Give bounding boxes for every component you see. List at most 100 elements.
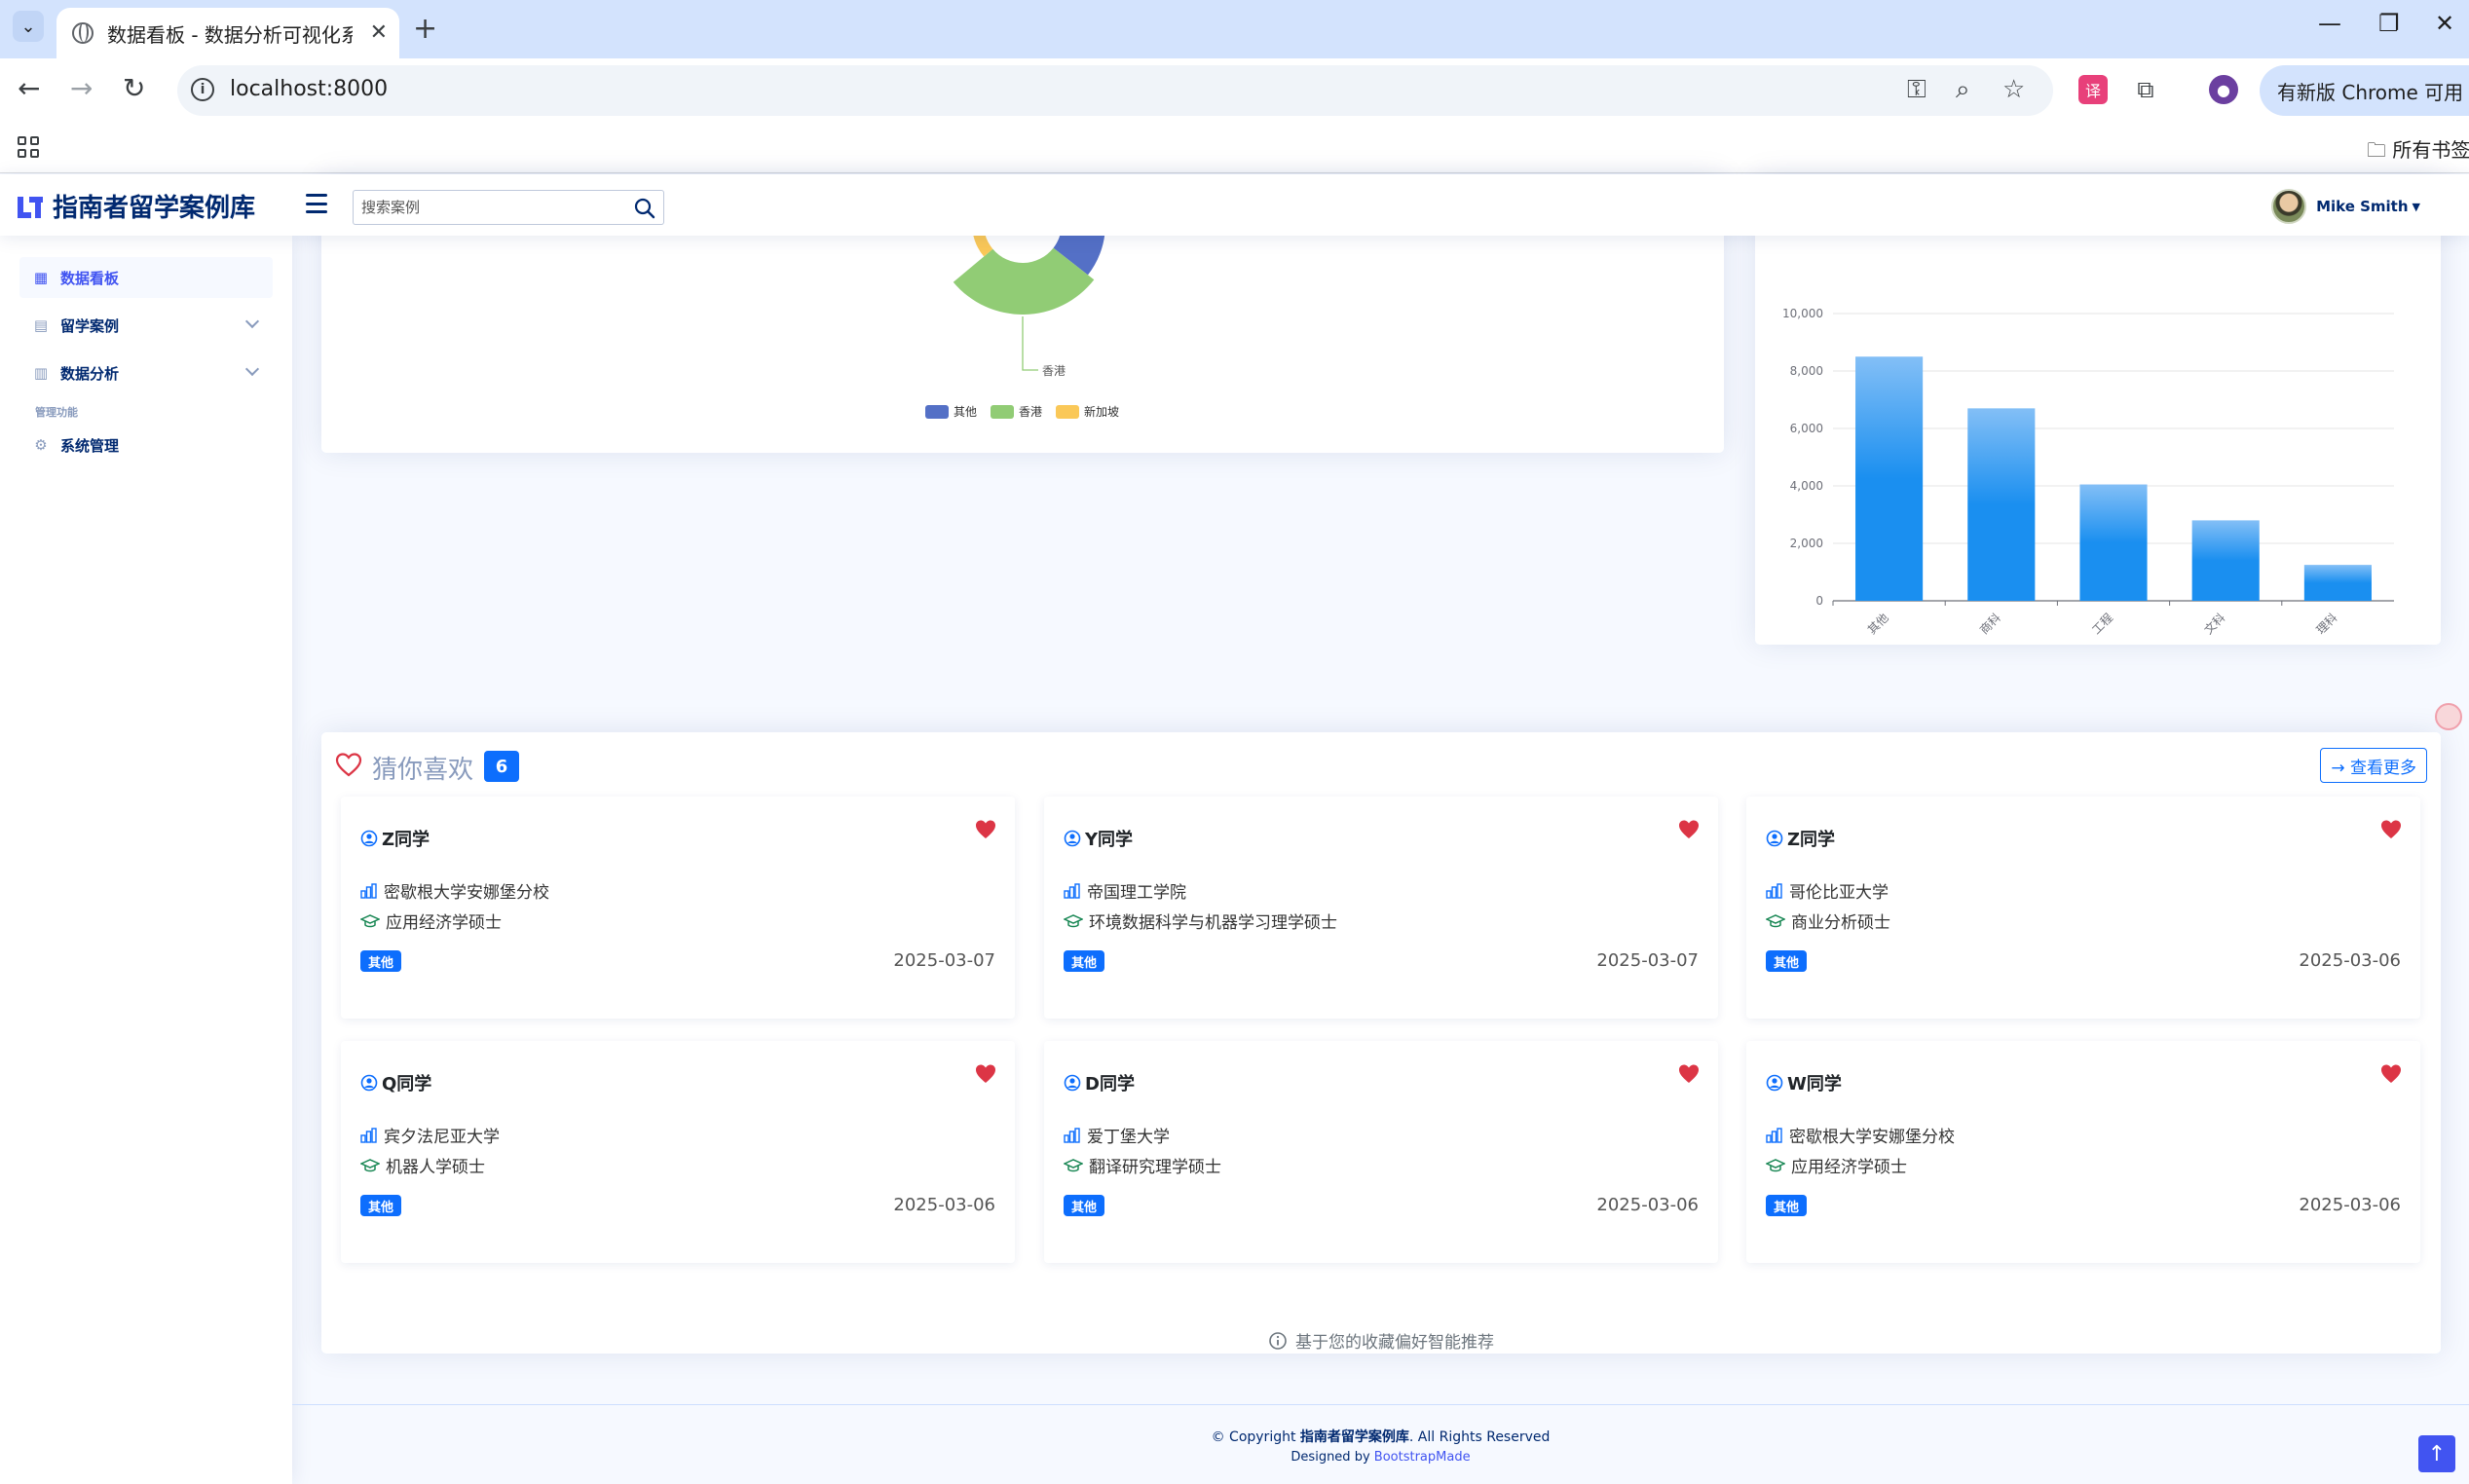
sidebar-item-cases[interactable]: ▤ 留学案例: [19, 305, 273, 346]
y-tick-label: 4,000: [1790, 479, 1823, 493]
bar: [2079, 484, 2148, 601]
caret-down-icon: ▼: [2412, 200, 2420, 213]
grid-icon: ▦: [33, 269, 49, 286]
user-menu[interactable]: Mike Smith ▼: [2271, 189, 2420, 224]
back-to-top-button[interactable]: ↑: [2418, 1435, 2455, 1472]
x-tick-label: 理科: [2314, 611, 2340, 637]
recommendation-card[interactable]: W同学 密歇根大学安娜堡分校 应用经济学硕士 其他 2025-03-06: [1746, 1041, 2420, 1263]
view-more-button[interactable]: → 查看更多: [2320, 748, 2427, 783]
chevron-down-icon: ⌄: [20, 16, 36, 37]
heart-filled-icon[interactable]: [974, 1062, 997, 1086]
graduation-cap-icon: [360, 1158, 380, 1171]
bar: [1967, 408, 2036, 601]
site-info-icon[interactable]: i: [191, 78, 214, 101]
user-circle-icon: [1766, 830, 1783, 847]
search-input[interactable]: [354, 191, 617, 224]
profile-icon[interactable]: ●: [2209, 75, 2238, 104]
update-label: 有新版 Chrome 可用: [2277, 80, 2464, 104]
nav-heading: 管理功能: [35, 406, 78, 419]
address-bar[interactable]: i localhost:8000 ⚿ ⌕ ☆: [177, 65, 2053, 116]
heart-filled-icon[interactable]: [2379, 1062, 2403, 1086]
all-bookmarks[interactable]: 🗀 所有书签: [2367, 134, 2469, 169]
logo[interactable]: 指南者留学案例库: [18, 188, 255, 224]
heart-filled-icon[interactable]: [2379, 818, 2403, 841]
browser-tab-active[interactable]: 数据看板 - 数据分析可视化系统 ✕: [56, 8, 399, 58]
student-name: Z同学: [382, 830, 430, 850]
forward-arrow-icon[interactable]: →: [70, 72, 93, 104]
bookmark-star-icon[interactable]: ☆: [2002, 75, 2025, 104]
school-name: 宾夕法尼亚大学: [384, 1128, 500, 1147]
favorites-header: 猜你喜欢 6 → 查看更多: [321, 732, 2441, 800]
zoom-icon[interactable]: ⌕: [1956, 75, 1970, 105]
copyright-suffix: . All Rights Reserved: [1408, 1429, 1551, 1445]
favorites-card: 猜你喜欢 6 → 查看更多 Z同学 密歇根大学安娜堡分校 应用经济学硕士 其他 2025…: [321, 732, 2441, 1354]
recommendation-card[interactable]: Z同学 哥伦比亚大学 商业分析硕士 其他 2025-03-06: [1746, 797, 2420, 1019]
rec-name-row: Q同学: [360, 1070, 431, 1095]
restore-icon[interactable]: ❐: [2378, 10, 2400, 37]
student-name: D同学: [1085, 1074, 1135, 1094]
heart-filled-icon[interactable]: [1677, 818, 1701, 841]
browser-tab-bar: ⌄ 数据看板 - 数据分析可视化系统 ✕ + — ❐ ✕: [0, 0, 2469, 58]
gear-icon: ⚙: [34, 436, 48, 454]
chrome-update-button[interactable]: 有新版 Chrome 可用⋮: [2260, 65, 2469, 116]
pie-callout-line: [1022, 316, 1038, 371]
bar-chart-icon: ▥: [33, 364, 49, 382]
url-text[interactable]: localhost:8000: [230, 77, 388, 101]
chevron-down-icon: [244, 361, 260, 377]
rec-name-row: Z同学: [360, 826, 430, 851]
category-badge: 其他: [1766, 1195, 1808, 1216]
school-row: 哥伦比亚大学: [1766, 878, 1889, 903]
program-name: 机器人学硕士: [386, 1158, 485, 1177]
key-icon[interactable]: ⚿: [1907, 75, 1927, 105]
close-tab-icon[interactable]: ✕: [370, 20, 388, 45]
sidebar-item-dashboard[interactable]: ▦ 数据看板: [19, 257, 273, 298]
school-row: 密歇根大学安娜堡分校: [360, 878, 549, 903]
sidebar: ▦ 数据看板 ▤ 留学案例 ▥ 数据分析 管理功能 ⚙ 系统管理: [0, 236, 292, 1484]
recommendation-card[interactable]: D同学 爱丁堡大学 翻译研究理学硕士 其他 2025-03-06: [1044, 1041, 1718, 1263]
legend-label: 新加坡: [1084, 404, 1119, 419]
minimize-icon[interactable]: —: [2318, 10, 2341, 37]
pie-callout-label: 香港: [1042, 364, 1066, 378]
back-arrow-icon[interactable]: ←: [18, 72, 40, 104]
case-date: 2025-03-06: [2299, 950, 2401, 971]
school-name: 爱丁堡大学: [1087, 1128, 1170, 1147]
extensions-puzzle-icon[interactable]: ⧉: [2131, 75, 2160, 104]
footer: © Copyright 指南者留学案例库. All Rights Reserve…: [292, 1404, 2469, 1484]
new-tab-button[interactable]: +: [413, 12, 437, 46]
category-badge: 其他: [360, 1195, 402, 1216]
program-name: 翻译研究理学硕士: [1089, 1158, 1221, 1177]
sidebar-item-analysis[interactable]: ▥ 数据分析: [19, 352, 273, 393]
recommendation-hint: 基于您的收藏偏好智能推荐: [321, 1328, 2441, 1353]
program-row: 翻译研究理学硕士: [1064, 1153, 1221, 1177]
translate-float-icon[interactable]: [2435, 703, 2462, 730]
y-tick-label: 0: [1815, 594, 1823, 608]
y-tick-label: 6,000: [1790, 422, 1823, 435]
close-window-icon[interactable]: ✕: [2435, 10, 2454, 37]
rec-name-row: Z同学: [1766, 826, 1835, 851]
recommendation-card[interactable]: Z同学 密歇根大学安娜堡分校 应用经济学硕士 其他 2025-03-07: [341, 797, 1015, 1019]
translate-extension-icon[interactable]: 译: [2078, 75, 2108, 104]
menu-toggle-icon[interactable]: [306, 194, 327, 213]
tab-search-button[interactable]: ⌄: [13, 11, 44, 42]
heart-outline-icon: [335, 753, 362, 777]
designer-link[interactable]: BootstrapMade: [1374, 1450, 1471, 1465]
user-circle-icon: [360, 1074, 378, 1092]
student-name: Q同学: [382, 1074, 432, 1094]
arrow-up-icon: ↑: [2427, 1441, 2447, 1466]
sidebar-item-system[interactable]: ⚙ 系统管理: [19, 425, 273, 465]
all-bookmarks-label: 所有书签: [2392, 138, 2469, 162]
program-row: 应用经济学硕士: [360, 909, 502, 933]
recommendation-card[interactable]: Y同学 帝国理工学院 环境数据科学与机器学习理学硕士 其他 2025-03-07: [1044, 797, 1718, 1019]
reload-icon[interactable]: ↻: [123, 72, 145, 104]
graduation-cap-icon: [360, 913, 380, 927]
apps-grid-icon[interactable]: [18, 136, 39, 158]
search-icon[interactable]: [632, 196, 657, 221]
recommendation-card[interactable]: Q同学 宾夕法尼亚大学 机器人学硕士 其他 2025-03-06: [341, 1041, 1015, 1263]
heart-filled-icon[interactable]: [974, 818, 997, 841]
program-name: 商业分析硕士: [1791, 913, 1890, 933]
search-form: [353, 190, 664, 225]
case-date: 2025-03-06: [2299, 1195, 2401, 1215]
heart-filled-icon[interactable]: [1677, 1062, 1701, 1086]
category-badge: 其他: [360, 950, 402, 972]
copyright-brand: 指南者留学案例库: [1299, 1429, 1409, 1445]
